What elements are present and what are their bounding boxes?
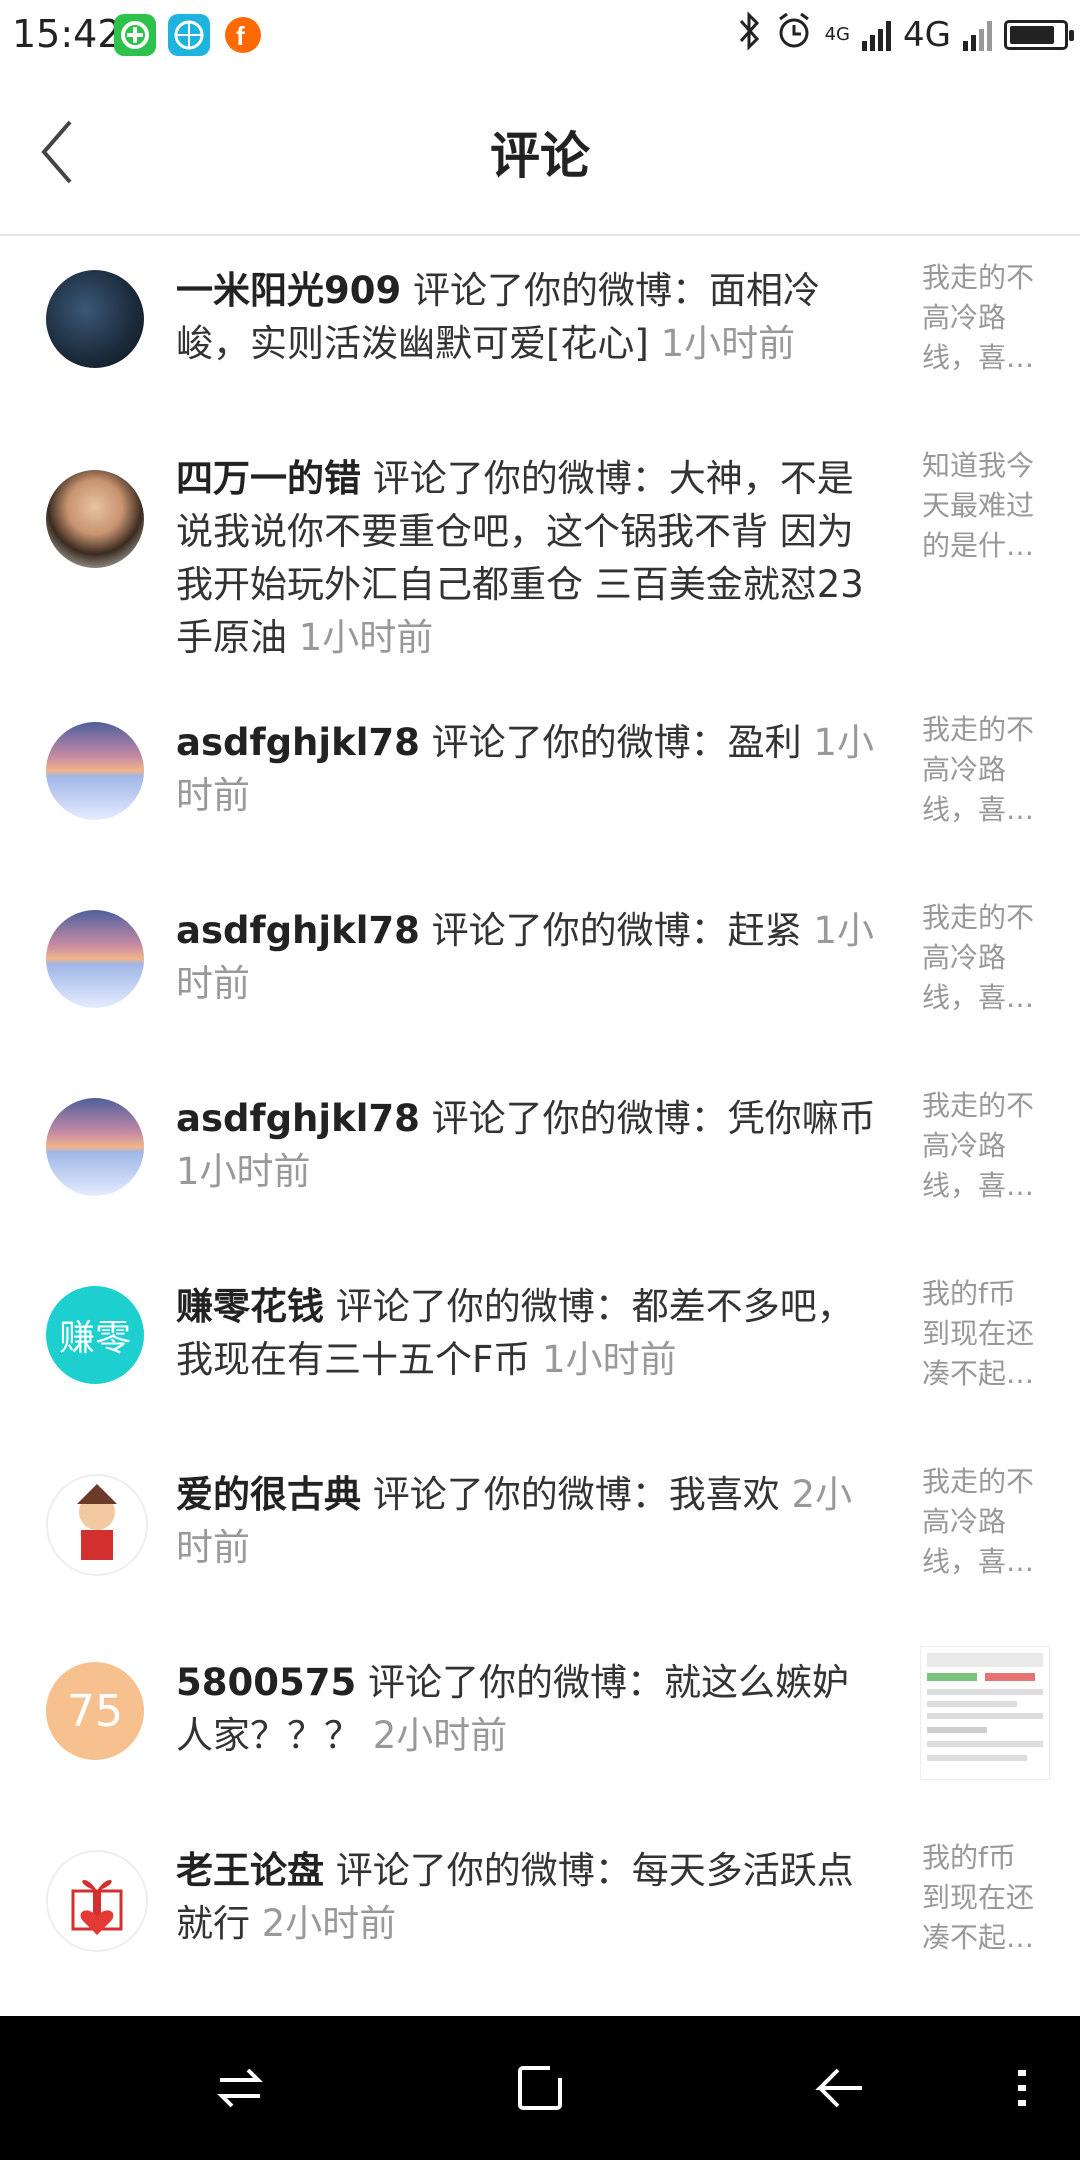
comment-time: 1小时前 bbox=[176, 1150, 311, 1193]
comment-content[interactable]: asdfghjkl78 评论了你的微博：赶紧 1小时前 bbox=[176, 904, 881, 1010]
avatar[interactable] bbox=[46, 470, 144, 568]
alarm-icon bbox=[775, 11, 813, 60]
avatar[interactable] bbox=[46, 1850, 148, 1952]
comment-item[interactable]: asdfghjkl78 评论了你的微博：赶紧 1小时前 我走的不高冷路线，喜… bbox=[0, 876, 1080, 1064]
signal-icon bbox=[862, 19, 892, 51]
f-app-icon: f bbox=[222, 14, 264, 56]
avatar[interactable] bbox=[46, 1474, 148, 1576]
avatar[interactable] bbox=[46, 270, 144, 368]
original-post-thumbnail[interactable] bbox=[920, 1646, 1050, 1780]
original-post-preview[interactable]: 我走的不高冷路线，喜… bbox=[922, 1086, 1042, 1206]
status-time: 15:42 bbox=[12, 12, 122, 56]
home-square-icon[interactable] bbox=[508, 2056, 572, 2120]
comment-time: 1小时前 bbox=[287, 616, 434, 659]
comment-user[interactable]: 赚零花钱 bbox=[176, 1285, 324, 1328]
network-type-small: 4G bbox=[824, 24, 851, 45]
comment-action: 评论了你的微博： bbox=[419, 909, 728, 952]
original-post-preview[interactable]: 我的f币到现在还凑不起… bbox=[922, 1838, 1042, 1958]
basketball-app-icon bbox=[168, 14, 210, 56]
page-title: 评论 bbox=[490, 127, 590, 185]
svg-text:f: f bbox=[236, 21, 245, 51]
comment-text: 凭你嘛币 bbox=[727, 1097, 876, 1140]
comment-action: 评论了你的微博： bbox=[324, 1285, 632, 1328]
avatar[interactable]: 75 bbox=[46, 1662, 144, 1760]
status-bar: 15:42 f 4G 4G bbox=[0, 0, 1080, 70]
comment-content[interactable]: 一米阳光909 评论了你的微博：面相冷峻，实则活泼幽默可爱[花心] 1小时前 bbox=[176, 264, 881, 370]
comment-user[interactable]: 四万一的错 bbox=[176, 457, 361, 500]
comment-user[interactable]: asdfghjkl78 bbox=[176, 721, 420, 764]
comment-item[interactable]: 老王论盘 评论了你的微博：每天多活跃点就行 2小时前 我的f币到现在还凑不起… bbox=[0, 1816, 1080, 2004]
comment-action: 评论了你的微博： bbox=[324, 1849, 632, 1892]
comment-item[interactable]: 四万一的错 评论了你的微博：大神，不是说我说你不要重仓吧，这个锅我不背 因为我开… bbox=[0, 424, 1080, 688]
bluetooth-icon bbox=[737, 10, 763, 60]
battery-icon bbox=[1004, 20, 1074, 50]
comment-content[interactable]: asdfghjkl78 评论了你的微博：盈利 1小时前 bbox=[176, 716, 881, 822]
comment-text: 我喜欢 bbox=[668, 1473, 780, 1516]
comment-action: 评论了你的微博： bbox=[419, 721, 728, 764]
comment-content[interactable]: 赚零花钱 评论了你的微博：都差不多吧，我现在有三十五个F币 1小时前 bbox=[176, 1280, 881, 1386]
comment-action: 评论了你的微博： bbox=[419, 1097, 728, 1140]
network-type: 4G bbox=[903, 15, 951, 55]
system-nav-bar bbox=[0, 2016, 1080, 2160]
comment-action: 评论了你的微博： bbox=[356, 1661, 664, 1704]
avatar-text: 赚零 bbox=[58, 1318, 131, 1359]
comment-item[interactable]: asdfghjkl78 评论了你的微博：凭你嘛币 1小时前 我走的不高冷路线，喜… bbox=[0, 1064, 1080, 1252]
comment-user[interactable]: 爱的很古典 bbox=[176, 1473, 361, 1516]
signal-icon-2 bbox=[963, 19, 992, 51]
comment-content[interactable]: asdfghjkl78 评论了你的微博：凭你嘛币 1小时前 bbox=[176, 1092, 881, 1198]
wechat-app-icon bbox=[114, 14, 156, 56]
menu-icon[interactable] bbox=[990, 2056, 1054, 2120]
comment-item[interactable]: 爱的很古典 评论了你的微博：我喜欢 2小时前 我走的不高冷路线，喜… bbox=[0, 1440, 1080, 1628]
comment-action: 评论了你的微博： bbox=[401, 269, 709, 312]
comment-user[interactable]: 5800575 bbox=[176, 1661, 356, 1704]
comment-list[interactable]: 一米阳光909 评论了你的微博：面相冷峻，实则活泼幽默可爱[花心] 1小时前 我走… bbox=[0, 236, 1080, 2004]
comment-item[interactable]: 一米阳光909 评论了你的微博：面相冷峻，实则活泼幽默可爱[花心] 1小时前 我走… bbox=[0, 236, 1080, 424]
comment-action: 评论了你的微博： bbox=[361, 457, 669, 500]
comment-user[interactable]: asdfghjkl78 bbox=[176, 909, 420, 952]
comment-item[interactable]: asdfghjkl78 评论了你的微博：盈利 1小时前 我走的不高冷路线，喜… bbox=[0, 688, 1080, 876]
original-post-preview[interactable]: 知道我今天最难过的是什… bbox=[922, 446, 1042, 566]
avatar[interactable] bbox=[46, 722, 144, 820]
comment-content[interactable]: 四万一的错 评论了你的微博：大神，不是说我说你不要重仓吧，这个锅我不背 因为我开… bbox=[176, 452, 881, 664]
comment-content[interactable]: 5800575 评论了你的微博：就这么嫉妒人家？？？ 2小时前 bbox=[176, 1656, 881, 1762]
comment-text: 盈利 bbox=[727, 721, 802, 764]
original-post-preview[interactable]: 我走的不高冷路线，喜… bbox=[922, 710, 1042, 830]
avatar-text: 75 bbox=[67, 1685, 123, 1737]
comment-action: 评论了你的微博： bbox=[361, 1473, 669, 1516]
comment-content[interactable]: 爱的很古典 评论了你的微博：我喜欢 2小时前 bbox=[176, 1468, 881, 1574]
comment-time: 1小时前 bbox=[648, 322, 796, 365]
comment-time: 1小时前 bbox=[530, 1338, 677, 1381]
comment-item[interactable]: 赚零 赚零花钱 评论了你的微博：都差不多吧，我现在有三十五个F币 1小时前 我的f币… bbox=[0, 1252, 1080, 1440]
original-post-preview[interactable]: 我走的不高冷路线，喜… bbox=[922, 258, 1042, 378]
original-post-preview[interactable]: 我走的不高冷路线，喜… bbox=[922, 898, 1042, 1018]
comment-content[interactable]: 老王论盘 评论了你的微博：每天多活跃点就行 2小时前 bbox=[176, 1844, 881, 1950]
original-post-preview[interactable]: 我的f币到现在还凑不起… bbox=[922, 1274, 1042, 1394]
comment-time: 2小时前 bbox=[372, 1714, 508, 1757]
avatar[interactable]: 赚零 bbox=[46, 1286, 144, 1384]
comment-user[interactable]: asdfghjkl78 bbox=[176, 1097, 420, 1140]
avatar[interactable] bbox=[46, 1098, 144, 1196]
comment-user[interactable]: 一米阳光909 bbox=[176, 269, 401, 312]
comment-user[interactable]: 老王论盘 bbox=[176, 1849, 324, 1892]
avatar[interactable] bbox=[46, 910, 144, 1008]
comment-time: 2小时前 bbox=[250, 1902, 397, 1945]
back-arrow-icon[interactable] bbox=[808, 2056, 872, 2120]
original-post-preview[interactable]: 我走的不高冷路线，喜… bbox=[922, 1462, 1042, 1582]
top-app-bar: 评论 bbox=[0, 70, 1080, 236]
switch-icon[interactable] bbox=[208, 2056, 272, 2120]
comment-item[interactable]: 75 5800575 评论了你的微博：就这么嫉妒人家？？？ 2小时前 bbox=[0, 1628, 1080, 1816]
comment-text: 赶紧 bbox=[727, 909, 802, 952]
